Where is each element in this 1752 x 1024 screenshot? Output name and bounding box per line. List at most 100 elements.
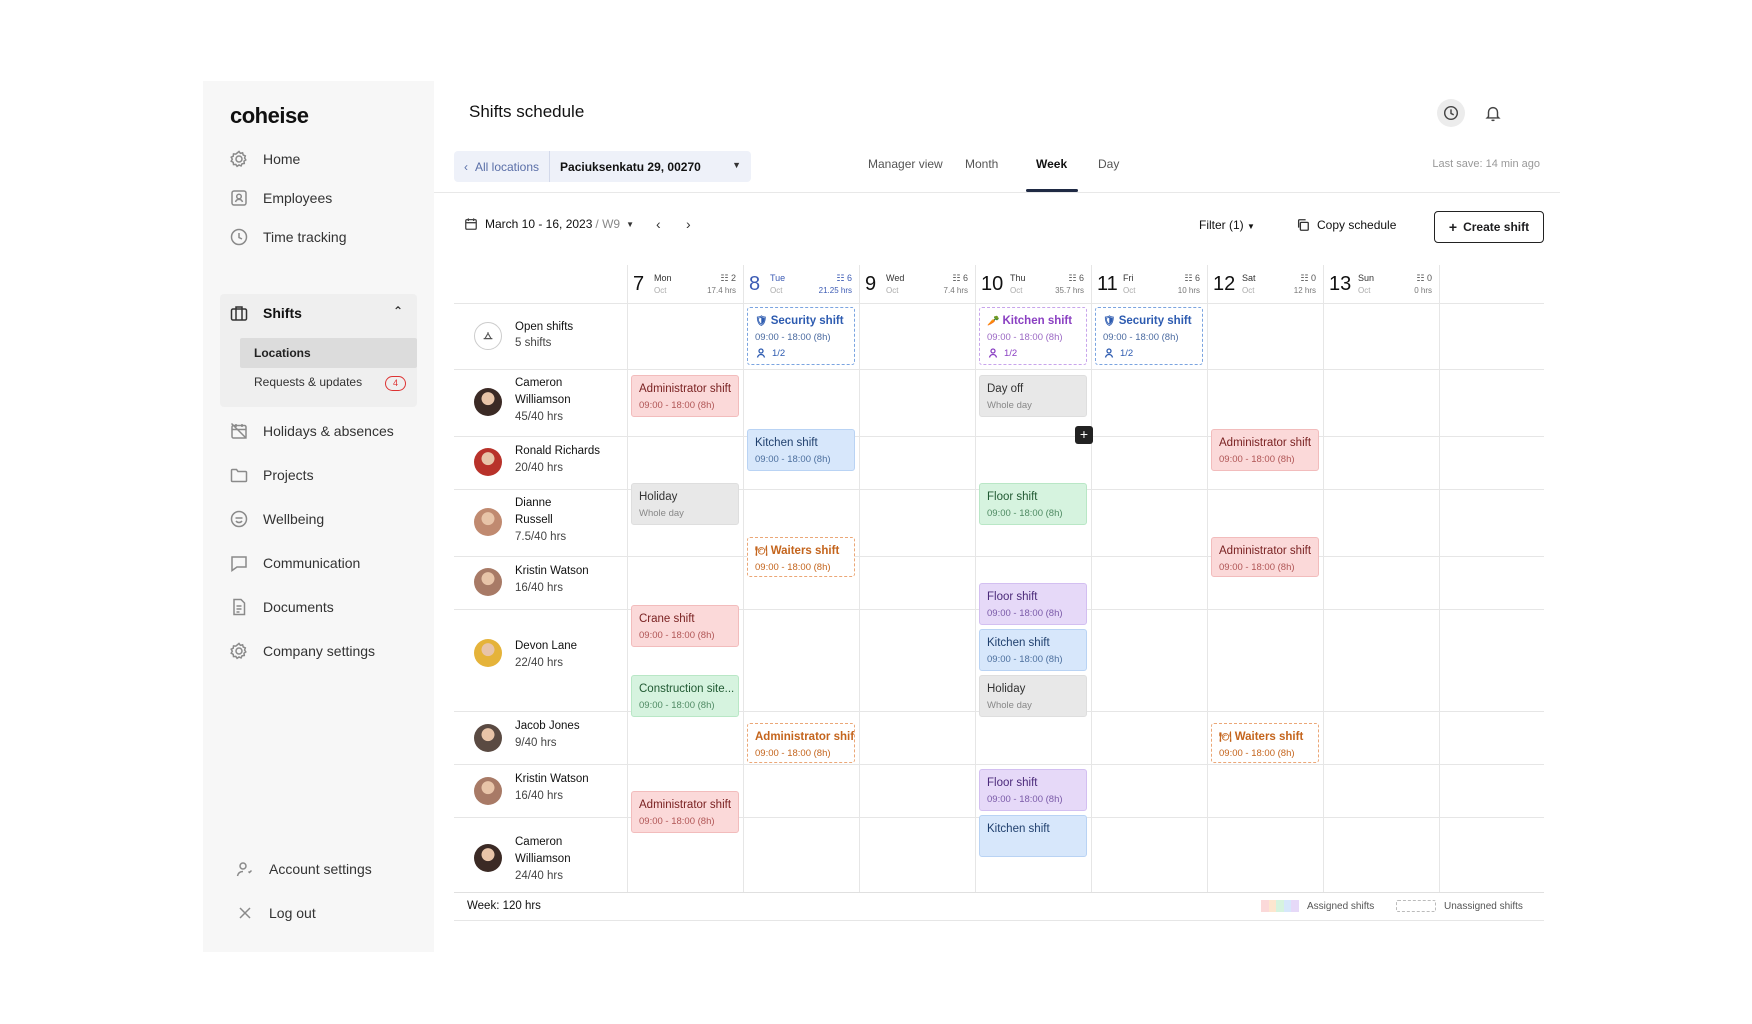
employee-hours: 45/40 hrs xyxy=(515,411,563,423)
sidebar-subitem-requests[interactable]: Requests & updates xyxy=(254,375,362,389)
add-shift-button[interactable]: + xyxy=(1075,426,1093,444)
page-title: Shifts schedule xyxy=(469,102,585,121)
dining-icon: 🍽 xyxy=(755,546,768,557)
shift-card-unassigned[interactable]: 🍽 Waiters shift 09:00 - 18:00 (8h) xyxy=(747,537,855,577)
shift-card[interactable]: Administrator shift 09:00 - 18:00 (8h) xyxy=(1211,429,1319,471)
shift-card[interactable]: Holiday Whole day xyxy=(631,483,739,525)
person-icon xyxy=(1104,348,1114,358)
shift-card[interactable]: Administrator shift 09:00 - 18:00 (8h) xyxy=(631,791,739,833)
notifications-button[interactable] xyxy=(1479,99,1507,127)
employee-row-header[interactable]: Kristin Watson 16/40 hrs xyxy=(454,764,627,817)
employee-row-header[interactable]: Cameron Williamson 45/40 hrs xyxy=(454,369,627,436)
next-week-button[interactable]: › xyxy=(686,216,691,232)
employee-row-header[interactable]: Devon Lane 22/40 hrs xyxy=(454,609,627,711)
shift-card[interactable]: Holiday Whole day xyxy=(979,675,1087,717)
chevron-up-icon[interactable]: ⌃ xyxy=(393,304,403,318)
sidebar-item-projects[interactable]: Projects xyxy=(229,463,314,487)
clock-icon xyxy=(229,227,249,247)
sidebar-item-log-out[interactable]: Log out xyxy=(235,901,316,925)
tab-day[interactable]: Day xyxy=(1098,157,1119,171)
avatar xyxy=(474,777,502,805)
employee-row-header[interactable]: Cameron Williamson 24/40 hrs xyxy=(454,817,627,892)
shift-card[interactable]: Floor shift 09:00 - 18:00 (8h) xyxy=(979,483,1087,525)
header-divider xyxy=(434,192,1560,193)
shift-card[interactable]: Floor shift 09:00 - 18:00 (8h) xyxy=(979,583,1087,625)
avatar xyxy=(474,639,502,667)
sidebar-item-holidays[interactable]: Holidays & absences xyxy=(229,419,394,443)
shift-card[interactable]: Administrator shift 09:00 - 18:00 (8h) xyxy=(631,375,739,417)
all-locations-link[interactable]: ‹ All locations xyxy=(454,151,551,182)
time-clock-button[interactable] xyxy=(1437,99,1465,127)
user-settings-icon xyxy=(235,859,255,879)
caret-down-icon: ▼ xyxy=(732,160,741,170)
sidebar-item-label: Employees xyxy=(263,190,333,206)
location-selector[interactable]: ‹ All locations Paciuksenkatu 29, 00270 ▼ xyxy=(454,151,751,182)
copy-icon xyxy=(1297,219,1309,231)
sidebar-item-home[interactable]: Home xyxy=(229,147,300,171)
sidebar-item-company-settings[interactable]: Company settings xyxy=(229,639,375,663)
day-header-fri[interactable]: 11 Fri Oct ☷ 6 10 hrs xyxy=(1091,265,1207,303)
shift-card[interactable]: Floor shift 09:00 - 18:00 (8h) xyxy=(979,769,1087,811)
employee-hours: 9/40 hrs xyxy=(515,737,557,749)
shift-card[interactable]: Day off Whole day xyxy=(979,375,1087,417)
sidebar-item-shifts[interactable]: Shifts ⌃ xyxy=(229,300,409,326)
shift-card[interactable]: Kitchen shift 09:00 - 18:00 (8h) xyxy=(979,629,1087,671)
day-header-thu[interactable]: 10 Thu Oct ☷ 6 35.7 hrs xyxy=(975,265,1091,303)
employee-hours: 16/40 hrs xyxy=(515,582,563,594)
sidebar-item-label: Holidays & absences xyxy=(263,423,394,439)
shift-card[interactable]: Administrator shift 09:00 - 18:00 (8h) xyxy=(1211,537,1319,577)
avatar xyxy=(474,844,502,872)
sidebar-subitem-locations[interactable]: Locations xyxy=(240,338,417,368)
shift-card[interactable]: Construction site... 09:00 - 18:00 (8h) xyxy=(631,675,739,717)
tab-month[interactable]: Month xyxy=(965,157,998,171)
previous-week-button[interactable]: ‹ xyxy=(656,216,661,232)
location-value: Paciuksenkatu 29, 00270 xyxy=(560,159,701,174)
shift-card[interactable]: Crane shift 09:00 - 18:00 (8h) xyxy=(631,605,739,647)
main-content: Shifts schedule ‹ All locations Paciuksen… xyxy=(434,81,1560,952)
copy-schedule-button[interactable]: Copy schedule xyxy=(1296,218,1396,232)
sidebar-item-label: Company settings xyxy=(263,643,376,659)
shift-card-open[interactable]: 🛡 Security shift 09:00 - 18:00 (8h) 1/2 xyxy=(747,307,855,365)
sidebar-item-documents[interactable]: Documents xyxy=(229,595,334,619)
day-header-sun[interactable]: 13 Sun Oct ☷ 0 0 hrs xyxy=(1323,265,1439,303)
sidebar-item-label: Time tracking xyxy=(263,229,347,245)
tab-manager-view[interactable]: Manager view xyxy=(868,157,943,171)
sidebar-item-label: Communication xyxy=(263,555,361,571)
create-shift-button[interactable]: + Create shift xyxy=(1434,211,1544,243)
sidebar-item-time-tracking[interactable]: Time tracking xyxy=(229,225,347,249)
shifts-count-icon: ☷ xyxy=(720,273,731,283)
employee-row-header[interactable]: Jacob Jones 9/40 hrs xyxy=(454,711,627,764)
employee-name: Kristin Watson xyxy=(515,565,589,577)
open-shifts-row-header: Open shifts 5 shifts xyxy=(454,303,627,369)
shift-card-unassigned[interactable]: Administrator shift 09:00 - 18:00 (8h) xyxy=(747,723,855,763)
week-total-hours: Week: 120 hrs xyxy=(467,900,541,912)
shift-card-open[interactable]: 🥕 Kitchen shift 09:00 - 18:00 (8h) 1/2 xyxy=(979,307,1087,365)
shift-card-open[interactable]: 🛡 Security shift 09:00 - 18:00 (8h) 1/2 xyxy=(1095,307,1203,365)
day-header-sat[interactable]: 12 Sat Oct ☷ 0 12 hrs xyxy=(1207,265,1323,303)
date-range-picker[interactable]: March 10 - 16, 2023 / W9 ▼ xyxy=(464,217,634,231)
shifts-count-icon: ☷ xyxy=(1416,273,1427,283)
sidebar-item-account-settings[interactable]: Account settings xyxy=(235,857,372,881)
shift-card[interactable]: Kitchen shift 09:00 - 18:00 (8h) xyxy=(747,429,855,471)
employee-row-header[interactable]: Dianne Russell 7.5/40 hrs xyxy=(454,489,627,556)
open-shifts-title: Open shifts xyxy=(515,321,574,333)
day-header-tue[interactable]: 8 Tue Oct ☷ 6 21.25 hrs xyxy=(743,265,859,303)
avatar xyxy=(474,388,502,416)
open-shifts-count: 5 shifts xyxy=(515,337,552,349)
employee-row-header[interactable]: Ronald Richards 20/40 hrs xyxy=(454,436,627,489)
bell-icon xyxy=(1485,106,1501,122)
legend-assigned: Assigned shifts xyxy=(1261,900,1374,912)
shifts-count-icon: ☷ xyxy=(952,273,963,283)
sidebar-item-employees[interactable]: Employees xyxy=(229,186,332,210)
shift-card[interactable]: Kitchen shift xyxy=(979,815,1087,857)
sidebar-item-communication[interactable]: Communication xyxy=(229,551,360,575)
shield-icon: 🛡 xyxy=(1103,316,1116,327)
shift-card-unassigned[interactable]: 🍽 Waiters shift 09:00 - 18:00 (8h) xyxy=(1211,723,1319,763)
day-header-wed[interactable]: 9 Wed Oct ☷ 6 7.4 hrs xyxy=(859,265,975,303)
sidebar-item-label: Log out xyxy=(269,905,316,921)
sidebar-item-wellbeing[interactable]: Wellbeing xyxy=(229,507,324,531)
employee-row-header[interactable]: Kristin Watson 16/40 hrs xyxy=(454,556,627,609)
filter-button[interactable]: Filter (1) ▼ xyxy=(1199,218,1255,232)
tab-week[interactable]: Week xyxy=(1036,157,1067,171)
day-header-mon[interactable]: 7 Mon Oct ☷ 2 17.4 hrs xyxy=(627,265,743,303)
